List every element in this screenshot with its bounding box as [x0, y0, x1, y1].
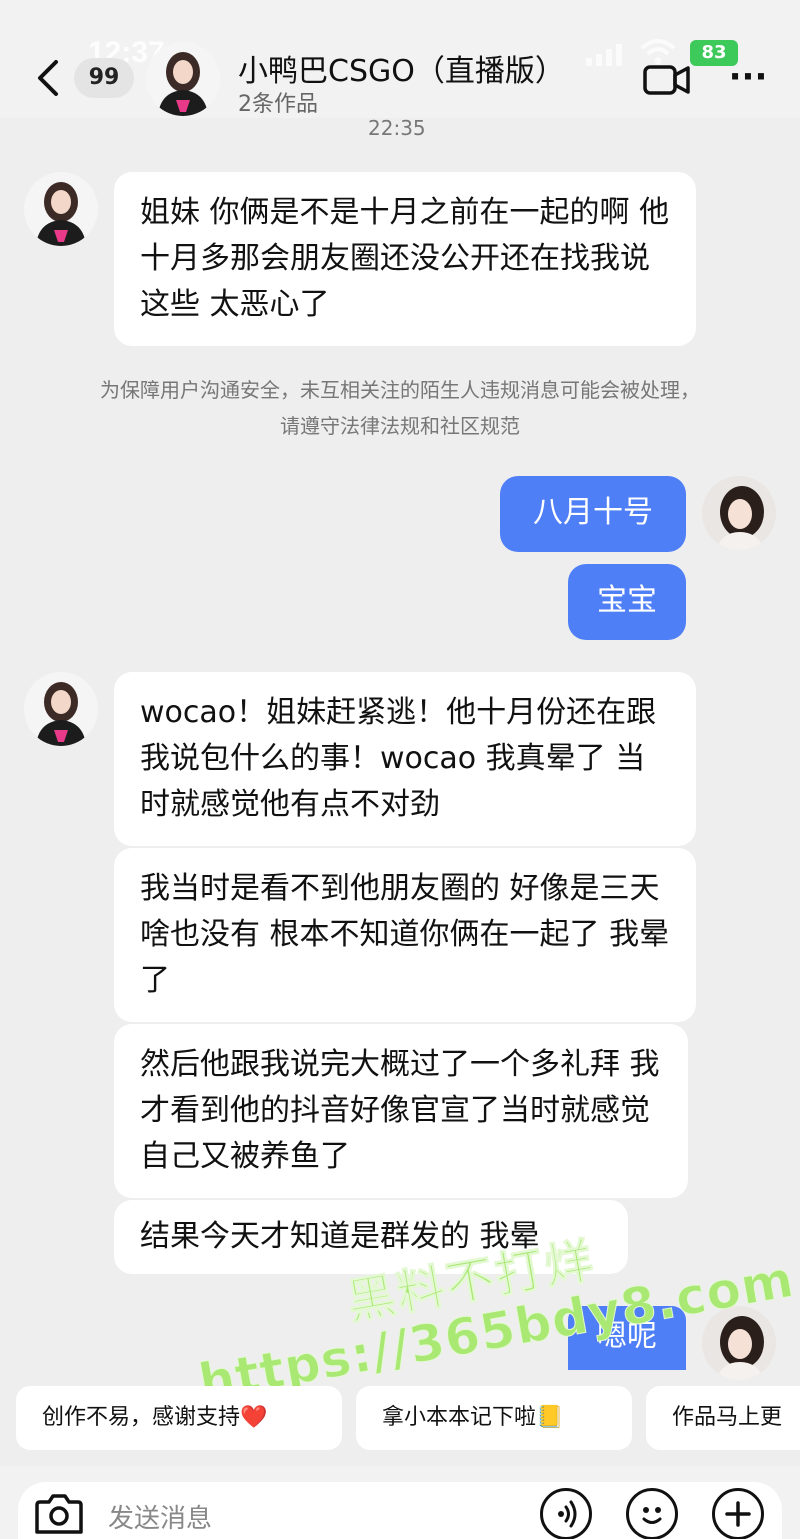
message-bubble-incoming[interactable]: 然后他跟我说完大概过了一个多礼拜 我才看到他的抖音好像官宣了当时就感觉自己又被养… [114, 1024, 688, 1198]
quick-reply-chip[interactable]: 拿小本本记下啦📒 [356, 1386, 632, 1450]
chat-header: 12:37 83 99 小鸭巴CSGO（直播版） 2条作品 ··· [0, 0, 800, 118]
sender-avatar[interactable] [24, 172, 98, 246]
more-icon[interactable]: ··· [724, 60, 772, 98]
contact-name: 小鸭巴CSGO（直播版） [238, 54, 565, 89]
quick-reply-chip[interactable]: 创作不易，感谢支持❤️ [16, 1386, 342, 1450]
back-chevron-icon[interactable] [30, 58, 64, 98]
quick-reply-chip[interactable]: 作品马上更 [646, 1386, 800, 1450]
voice-icon[interactable] [540, 1488, 592, 1539]
contact-works-count[interactable]: 2条作品 [238, 86, 318, 118]
plus-icon[interactable] [712, 1488, 764, 1539]
signal-icon [586, 44, 622, 66]
sender-avatar[interactable] [24, 672, 98, 746]
camera-icon[interactable] [34, 1490, 84, 1536]
message-bubble-outgoing[interactable]: 嗯呢 [568, 1306, 686, 1370]
message-bubble-incoming[interactable]: wocao！姐妹赶紧逃！他十月份还在跟我说包什么的事！wocao 我真晕了 当时… [114, 672, 696, 846]
contact-avatar[interactable] [146, 42, 220, 116]
message-bubble-incoming[interactable]: 我当时是看不到他朋友圈的 好像是三天 啥也没有 根本不知道你俩在一起了 我晕了 [114, 848, 696, 1022]
video-call-icon[interactable] [642, 62, 692, 98]
message-bubble-incoming[interactable]: 姐妹 你俩是不是十月之前在一起的啊 他十月多那会朋友圈还没公开还在找我说这些 太… [114, 172, 696, 346]
self-avatar[interactable] [702, 1306, 776, 1380]
message-bubble-incoming[interactable]: 结果今天才知道是群发的 我晕 [114, 1200, 628, 1274]
message-timestamp: 22:35 [368, 116, 426, 140]
message-bubble-outgoing[interactable]: 宝宝 [568, 564, 686, 640]
emoji-icon[interactable] [626, 1488, 678, 1539]
safety-notice: 为保障用户沟通安全，未互相关注的陌生人违规消息可能会被处理，请遵守法律法规和社区… [100, 378, 700, 438]
unread-count-badge[interactable]: 99 [74, 58, 134, 98]
message-bubble-outgoing[interactable]: 八月十号 [500, 476, 686, 552]
input-placeholder[interactable]: 发送消息 [108, 1498, 212, 1535]
self-avatar[interactable] [702, 476, 776, 550]
